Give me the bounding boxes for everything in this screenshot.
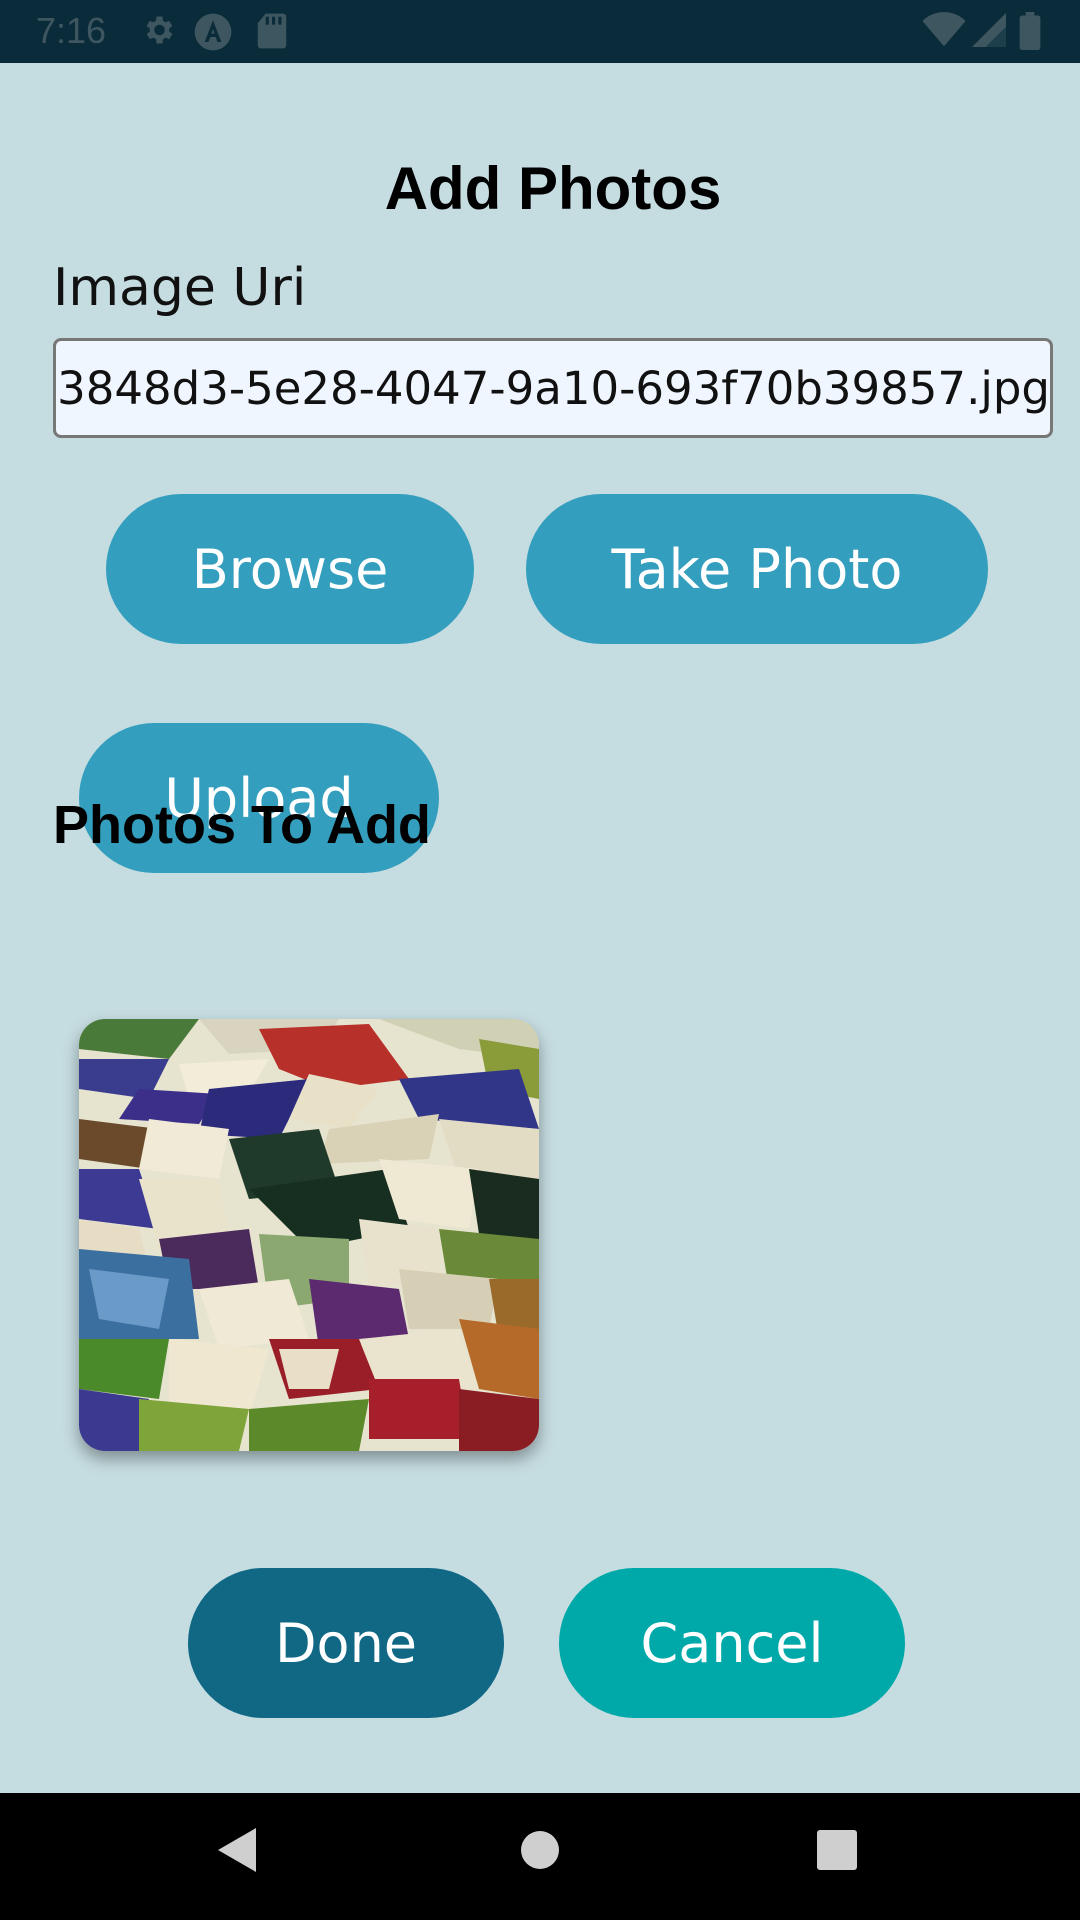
browse-button[interactable]: Browse <box>106 494 474 644</box>
wifi-icon <box>922 12 966 47</box>
app-a-icon <box>194 13 232 51</box>
cancel-button[interactable]: Cancel <box>559 1568 905 1718</box>
quilt-photo-thumbnail[interactable] <box>79 1019 539 1451</box>
status-time: 7:16 <box>36 10 107 51</box>
home-icon[interactable] <box>520 1830 560 1870</box>
status-bar: 7:16 <box>0 0 1080 63</box>
photos-to-add-heading: Photos To Add <box>53 795 431 855</box>
signal-icon <box>972 13 1006 47</box>
recents-icon[interactable] <box>817 1830 857 1870</box>
settings-icon <box>146 16 173 44</box>
done-button[interactable]: Done <box>188 1568 504 1718</box>
image-uri-input[interactable] <box>56 341 1050 435</box>
back-icon[interactable] <box>218 1828 258 1872</box>
image-uri-field[interactable] <box>53 338 1053 438</box>
page-title: Add Photos <box>384 155 722 222</box>
navigation-bar <box>0 1793 1080 1920</box>
image-uri-label: Image Uri <box>53 258 307 318</box>
quilt-photo-image <box>79 1019 539 1451</box>
take-photo-button[interactable]: Take Photo <box>526 494 988 644</box>
battery-icon <box>1019 12 1041 50</box>
sd-card-icon <box>257 13 287 49</box>
add-photos-dialog: Add Photos Image Uri Browse Take Photo U… <box>0 63 1080 1793</box>
